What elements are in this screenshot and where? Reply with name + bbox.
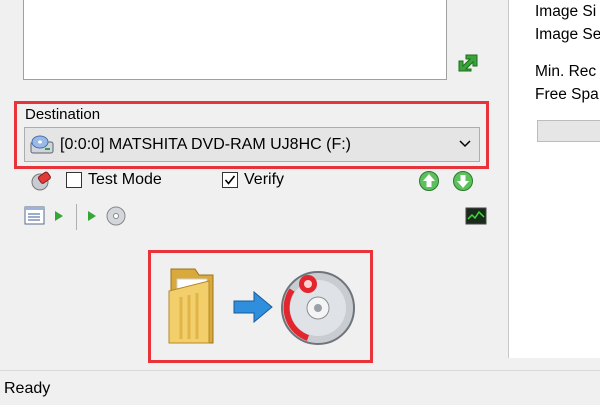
status-bar: Ready (0, 370, 600, 405)
optical-drive-icon (30, 135, 54, 153)
checkmark-icon (224, 175, 236, 185)
destination-label: Destination (25, 106, 101, 123)
blue-right-arrow-icon (233, 290, 273, 324)
play-small-icon[interactable] (87, 210, 97, 222)
main-panel: Destination [0:0:0] MATSHITA DVD-RAM UJ8… (0, 0, 500, 370)
eraser-icon[interactable] (30, 170, 52, 192)
toolbar-separator (76, 204, 77, 230)
test-mode-label: Test Mode (88, 171, 162, 188)
status-text: Ready (4, 380, 51, 397)
selected-device-value: [0:0:0] MATSHITA DVD-RAM UJ8HC (F:) (60, 135, 351, 153)
green-down-arrow-icon[interactable] (452, 170, 474, 192)
test-mode-option[interactable]: Test Mode (66, 171, 162, 189)
play-small-icon[interactable] (54, 210, 64, 222)
file-list-icon[interactable] (24, 206, 46, 226)
log-window-icon[interactable] (465, 207, 487, 225)
verify-label: Verify (244, 171, 285, 188)
disc-small-icon[interactable] (106, 206, 126, 226)
free-space-label: Free Spa (535, 86, 599, 103)
min-required-label: Min. Rec (535, 63, 597, 80)
green-up-arrow-icon[interactable] (418, 170, 440, 192)
destination-device-select[interactable]: [0:0:0] MATSHITA DVD-RAM UJ8HC (F:) (24, 127, 480, 162)
verify-option[interactable]: Verify (222, 171, 284, 189)
space-usage-bar (537, 120, 600, 142)
verify-checkbox[interactable] (222, 172, 238, 188)
image-size-label: Image Si (535, 3, 597, 20)
chevron-down-icon[interactable] (459, 137, 471, 151)
test-mode-checkbox[interactable] (66, 172, 82, 188)
image-sectors-label: Image Se (535, 26, 600, 43)
source-list-box[interactable] (23, 0, 447, 80)
burn-disc-icon (281, 271, 355, 345)
folder-icon (168, 268, 214, 344)
image-info-panel: Image Si Image Se Min. Rec Free Spa (508, 0, 600, 358)
green-arrow-add-icon[interactable] (456, 52, 480, 74)
